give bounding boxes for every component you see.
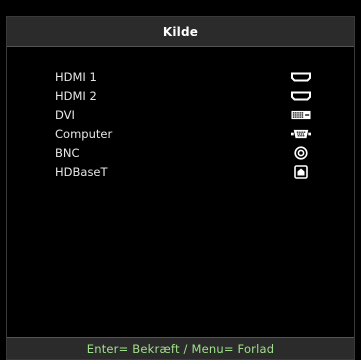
source-item-label: HDMI 1 — [55, 69, 97, 84]
source-menu-panel: Kilde HDMI 1 HDMI 2 DVI Computer BNC HDB… — [6, 16, 355, 360]
source-item-bnc[interactable]: BNC — [7, 143, 354, 162]
source-item-label: Computer — [55, 126, 113, 141]
source-item-hdmi-2[interactable]: HDMI 2 — [7, 86, 354, 105]
hdbaset-icon — [291, 164, 311, 179]
source-item-computer[interactable]: Computer — [7, 124, 354, 143]
source-list: HDMI 1 HDMI 2 DVI Computer BNC HDBaseT — [7, 67, 354, 181]
source-item-label: HDBaseT — [55, 164, 108, 179]
key-hint-text: Enter= Bekræft / Menu= Forlad — [86, 341, 275, 356]
source-item-label: BNC — [55, 145, 80, 160]
source-item-dvi[interactable]: DVI — [7, 105, 354, 124]
dvi-icon — [291, 108, 311, 122]
menu-header: Kilde — [7, 17, 354, 47]
hdmi-icon — [291, 70, 311, 84]
source-item-hdbaset[interactable]: HDBaseT — [7, 162, 354, 181]
menu-footer: Enter= Bekræft / Menu= Forlad — [7, 337, 354, 359]
source-item-label: HDMI 2 — [55, 88, 97, 103]
hdmi-icon — [291, 89, 311, 103]
vga-icon — [291, 127, 311, 141]
bnc-icon — [291, 145, 311, 160]
source-item-label: DVI — [55, 107, 75, 122]
menu-title: Kilde — [162, 24, 199, 39]
source-item-hdmi-1[interactable]: HDMI 1 — [7, 67, 354, 86]
